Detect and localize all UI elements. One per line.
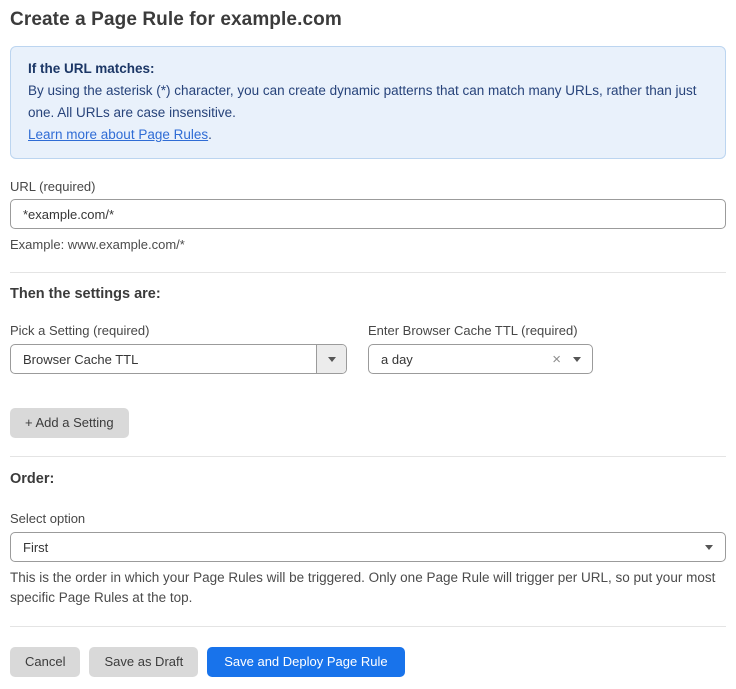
setting-select[interactable]: Browser Cache TTL: [10, 344, 347, 374]
ttl-select[interactable]: a day ×: [368, 344, 593, 374]
section-divider: [10, 272, 726, 273]
ttl-select-label: Enter Browser Cache TTL (required): [368, 323, 593, 338]
url-field-helper: Example: www.example.com/*: [10, 236, 726, 254]
url-input[interactable]: [10, 199, 726, 229]
info-box-body: By using the asterisk (*) character, you…: [28, 80, 708, 124]
url-match-info-box: If the URL matches: By using the asteris…: [10, 46, 726, 159]
info-box-link-line: Learn more about Page Rules.: [28, 124, 708, 146]
clear-icon[interactable]: ×: [552, 352, 561, 367]
setting-select-arrow-button[interactable]: [316, 345, 346, 373]
save-as-draft-button[interactable]: Save as Draft: [89, 647, 198, 677]
footer-actions: Cancel Save as Draft Save and Deploy Pag…: [10, 647, 726, 677]
learn-more-link[interactable]: Learn more about Page Rules: [28, 127, 208, 142]
url-field-label: URL (required): [10, 179, 726, 194]
cancel-button[interactable]: Cancel: [10, 647, 80, 677]
order-select[interactable]: First: [10, 532, 726, 562]
setting-picker-column: Pick a Setting (required) Browser Cache …: [10, 323, 347, 374]
footer-divider: [10, 626, 726, 627]
chevron-down-icon: [573, 357, 581, 362]
section-divider: [10, 456, 726, 457]
ttl-select-value: a day: [369, 352, 552, 367]
settings-section-heading: Then the settings are:: [10, 286, 726, 302]
settings-row: Pick a Setting (required) Browser Cache …: [10, 323, 726, 374]
info-box-heading: If the URL matches:: [28, 58, 708, 80]
order-select-label: Select option: [10, 511, 726, 526]
setting-select-label: Pick a Setting (required): [10, 323, 347, 338]
link-suffix: .: [208, 127, 212, 142]
add-setting-button[interactable]: + Add a Setting: [10, 408, 129, 438]
order-section-heading: Order:: [10, 471, 726, 487]
page-title: Create a Page Rule for example.com: [10, 9, 726, 31]
chevron-down-icon: [328, 357, 336, 362]
create-page-rule-panel: Create a Page Rule for example.com If th…: [0, 0, 736, 689]
ttl-picker-column: Enter Browser Cache TTL (required) a day…: [368, 323, 593, 374]
chevron-down-icon: [705, 545, 713, 550]
order-helper-text: This is the order in which your Page Rul…: [10, 568, 726, 608]
save-and-deploy-button[interactable]: Save and Deploy Page Rule: [207, 647, 404, 677]
setting-select-value: Browser Cache TTL: [11, 352, 316, 367]
order-select-value: First: [11, 540, 705, 555]
